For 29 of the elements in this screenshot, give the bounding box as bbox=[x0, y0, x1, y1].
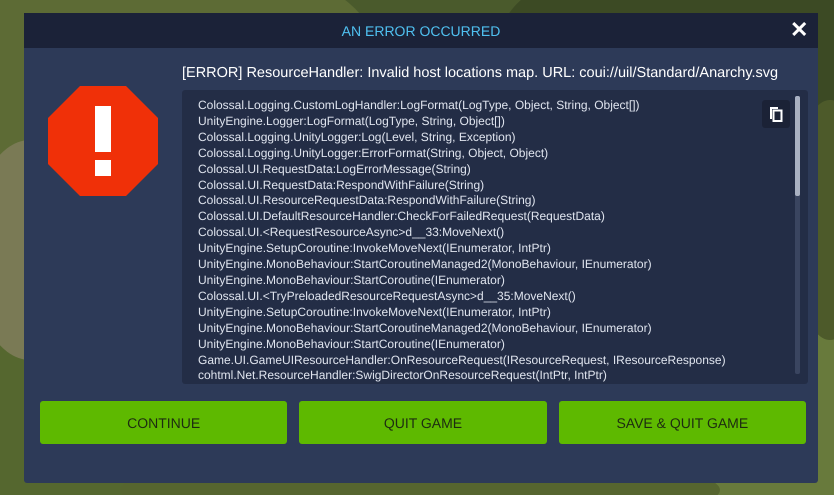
stack-trace-line: UnityEngine.MonoBehaviour:StartCoroutine(IEnumerator) bbox=[198, 336, 505, 352]
stack-trace-line: Colossal.UI.RequestData:RespondWithFailure(String) bbox=[198, 178, 484, 194]
dialog-button[interactable]: QUIT GAME bbox=[299, 401, 547, 444]
scrollbar-thumb[interactable] bbox=[795, 96, 800, 196]
close-button[interactable]: ✕ bbox=[788, 17, 810, 43]
error-message: [ERROR] ResourceHandler: Invalid host locations map. URL: coui://uil/Standard/Anarchy.svg bbox=[182, 64, 780, 83]
copy-icon bbox=[769, 106, 783, 122]
stack-trace-line: Colossal.Logging.UnityLogger:ErrorFormat(String, Object, Object) bbox=[198, 146, 548, 162]
warning-octagon-icon bbox=[46, 84, 160, 198]
stack-trace-line: Colossal.Logging.UnityLogger:Log(Level, String, Exception) bbox=[198, 130, 516, 146]
stack-trace-line: Colossal.UI.<TryPreloadedResourceRequestAsync>d__35:MoveNext() bbox=[198, 288, 576, 305]
stack-trace-line: cohtml.Net.ResourceHandler:SwigDirectorOnResourceRequest(IntPtr, IntPtr) bbox=[198, 368, 607, 384]
stack-trace-line: UnityEngine.MonoBehaviour:StartCoroutine(IEnumerator) bbox=[198, 272, 505, 289]
dialog-button[interactable]: SAVE & QUIT GAME bbox=[558, 401, 806, 444]
stack-trace-line: Colossal.UI.RequestData:LogErrorMessage(String) bbox=[198, 162, 471, 178]
stack-trace-line: Colossal.UI.ResourceRequestData:RespondWithFailure(String) bbox=[198, 193, 536, 210]
stack-trace-line: Colossal.Logging.CustomLogHandler:LogFormat(LogType, Object, String, Object[]) bbox=[198, 98, 640, 114]
dialog-button[interactable]: CONTINUE bbox=[40, 401, 288, 444]
stack-trace-line: UnityEngine.SetupCoroutine:InvokeMoveNext(IEnumerator, IntPtr) bbox=[198, 304, 551, 321]
dialog-title: AN ERROR OCCURRED bbox=[342, 22, 500, 38]
stack-trace-line: UnityEngine.Logger:LogFormat(LogType, String, Object[]) bbox=[198, 114, 505, 130]
stack-trace-line: UnityEngine.MonoBehaviour:StartCoroutineManaged2(MonoBehaviour, IEnumerator) bbox=[198, 320, 652, 337]
stack-trace-line: Colossal.UI.DefaultResourceHandler:CheckForFailedRequest(RequestData) bbox=[198, 209, 605, 226]
copy-button[interactable] bbox=[762, 100, 790, 128]
stack-trace-line: Colossal.UI.<RequestResourceAsync>d__33:MoveNext() bbox=[198, 225, 504, 242]
stack-trace-line: UnityEngine.SetupCoroutine:InvokeMoveNext(IEnumerator, IntPtr) bbox=[198, 241, 551, 258]
scrollbar[interactable] bbox=[795, 96, 800, 374]
stack-trace-line: UnityEngine.MonoBehaviour:StartCoroutineManaged2(MonoBehaviour, IEnumerator) bbox=[198, 257, 652, 273]
stack-trace-line: Game.UI.GameUIResourceHandler:OnResourceRequest(IResourceRequest, IResourceResponse) bbox=[198, 352, 726, 368]
